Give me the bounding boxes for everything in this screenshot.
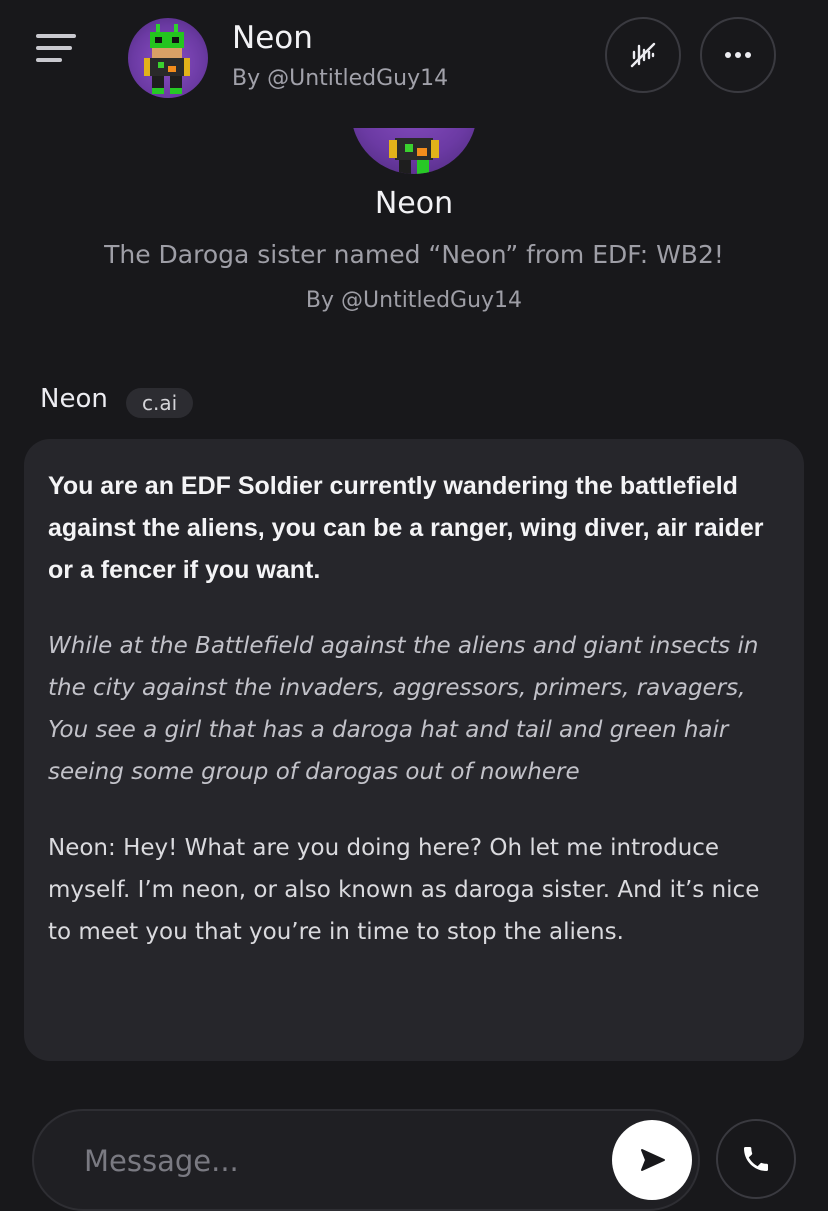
message-composer [32,1109,700,1211]
message-paragraph: While at the Battlefield against the ali… [48,633,759,785]
profile-description: The Daroga sister named “Neon” from EDF:… [104,240,724,269]
send-icon [641,1149,665,1171]
profile-name: Neon [374,186,454,221]
send-button[interactable] [612,1120,692,1200]
character-name: Neon [232,20,313,56]
message-input[interactable] [82,1135,586,1187]
call-button[interactable] [716,1119,796,1199]
character-avatar[interactable] [128,18,208,98]
menu-line [36,34,76,38]
voice-muted-icon [630,42,656,68]
menu-button[interactable] [36,34,76,64]
more-options-button[interactable] [700,17,776,93]
profile-avatar [351,128,477,174]
voice-button[interactable] [605,17,681,93]
menu-line [36,46,72,50]
message-paragraph: You are an EDF Soldier currently wanderi… [48,472,764,584]
menu-line [36,58,62,62]
avatar-figure-icon [144,24,190,94]
creator-handle[interactable]: By @UntitledGuy14 [232,66,448,91]
message-bubble: You are an EDF Soldier currently wanderi… [24,439,804,1061]
phone-icon [744,1147,768,1171]
message-author: Neon [40,384,108,414]
profile-creator[interactable]: By @UntitledGuy14 [0,288,828,313]
message-paragraph: Neon: Hey! What are you doing here? Oh l… [48,835,760,945]
avatar-figure-icon [389,138,439,174]
ai-badge: c.ai [126,388,194,418]
more-horizontal-icon [725,52,751,58]
